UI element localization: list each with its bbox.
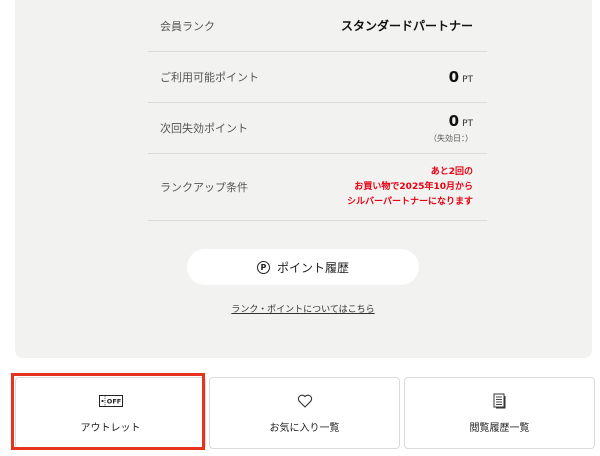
expiry-date: （失効日：） bbox=[429, 134, 473, 143]
svg-text:OFF: OFF bbox=[106, 397, 120, 405]
off-tag-icon: OFF bbox=[98, 393, 123, 409]
history-label: 閲覧履歴一覧 bbox=[469, 422, 530, 434]
rankup-line-3: シルバーパートナーになります bbox=[347, 196, 473, 207]
point-p-icon: P bbox=[256, 260, 270, 274]
rank-label: 会員ランク bbox=[160, 19, 215, 33]
rankup-line-2: お買い物で2025年10月から bbox=[354, 181, 473, 192]
heart-icon bbox=[297, 393, 313, 409]
expiring-points-row: 次回失効ポイント 0 PT （失効日：） bbox=[148, 103, 487, 154]
outlet-label: アウトレット bbox=[80, 422, 141, 434]
point-history-button[interactable]: P ポイント履歴 bbox=[187, 249, 419, 285]
rankup-label: ランクアップ条件 bbox=[160, 181, 248, 194]
history-card[interactable]: 閲覧履歴一覧 bbox=[404, 377, 595, 449]
rankup-line-1: あと2回の bbox=[430, 166, 473, 177]
expiring-points-value: 0 PT bbox=[449, 112, 473, 130]
available-points-row: ご利用可能ポイント 0 PT bbox=[148, 52, 487, 103]
expiring-points-unit: PT bbox=[462, 119, 473, 129]
document-list-icon bbox=[493, 393, 507, 409]
expiring-points-block: 0 PT （失効日：） bbox=[429, 112, 473, 144]
available-points-value: 0 PT bbox=[449, 68, 473, 86]
favorites-card[interactable]: お気に入り一覧 bbox=[209, 377, 400, 449]
available-points-label: ご利用可能ポイント bbox=[160, 71, 259, 84]
available-points-number: 0 bbox=[448, 68, 460, 86]
expiring-points-number: 0 bbox=[448, 112, 460, 130]
available-points-unit: PT bbox=[462, 75, 473, 85]
favorites-label: お気に入り一覧 bbox=[269, 422, 340, 434]
rankup-condition: あと2回の お買い物で2025年10月から シルバーパートナーになります bbox=[347, 165, 473, 210]
membership-table: 会員ランク スタンダードパートナー ご利用可能ポイント 0 PT 次回失効ポイン… bbox=[148, 0, 487, 221]
point-history-label: ポイント履歴 bbox=[276, 260, 349, 275]
rankup-row: ランクアップ条件 あと2回の お買い物で2025年10月から シルバーパートナー… bbox=[148, 154, 487, 221]
rank-row: 会員ランク スタンダードパートナー bbox=[148, 0, 487, 52]
outlet-card[interactable]: OFF アウトレット bbox=[15, 377, 206, 449]
rank-info-link[interactable]: ランク・ポイントについてはこちら bbox=[0, 302, 600, 315]
rank-value: スタンダードパートナー bbox=[340, 19, 473, 33]
expiring-points-label: 次回失効ポイント bbox=[160, 122, 248, 135]
